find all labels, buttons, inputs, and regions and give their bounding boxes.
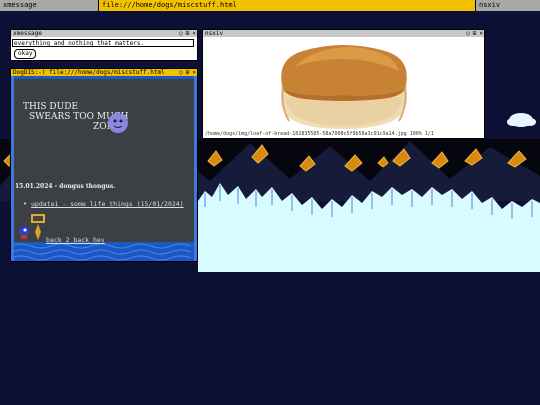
update1-link[interactable]: update1 - some life things (15/01/2024) — [31, 200, 184, 208]
minimize-icon[interactable]: ○ — [179, 69, 183, 76]
blog-entry-date: 15.01.2024 - dongus thongus. — [15, 183, 116, 190]
nsxiv-titlebar[interactable]: nsxiv ○ ⊞ × — [203, 30, 484, 37]
message-text: everything and nothing that matters. — [12, 39, 194, 47]
workspace-title-nsxiv[interactable]: nsxiv — [476, 0, 540, 11]
maximize-icon[interactable]: ⊞ — [473, 30, 477, 37]
window-title: xmessage — [13, 30, 42, 37]
close-icon[interactable]: × — [192, 69, 196, 76]
top-status-bar: xmessage file:///home/dogs/miscstuff.htm… — [0, 0, 540, 11]
close-icon[interactable]: × — [192, 30, 196, 37]
window-title: DogDIS:-) file:///home/dogs/miscstuff.ht… — [13, 69, 165, 76]
minimize-icon[interactable]: ○ — [179, 30, 183, 37]
window-title: nsxiv — [205, 30, 224, 37]
minimize-icon[interactable]: ○ — [466, 30, 470, 37]
nsxiv-window[interactable]: nsxiv ○ ⊞ × /home/dogs/img/loaf-of-bread… — [203, 30, 484, 138]
character-sprite-icon — [19, 226, 29, 239]
bread-loaf-image — [280, 45, 407, 129]
image-status-line: /home/dogs/img/loaf-of-bread-182835505-5… — [203, 131, 484, 138]
okay-button[interactable]: okay — [14, 49, 37, 59]
maximize-icon[interactable]: ⊞ — [186, 69, 190, 76]
browser-window[interactable]: DogDIS:-) file:///home/dogs/miscstuff.ht… — [11, 69, 197, 261]
xmessage-titlebar[interactable]: xmessage ○ ⊞ × — [11, 30, 197, 37]
workspace-title-browser[interactable]: file:///home/dogs/miscstuff.html — [98, 0, 476, 11]
desktop-background — [0, 272, 540, 405]
bullet-icon: • — [23, 200, 28, 208]
workspace-title-xmessage[interactable]: xmessage — [0, 0, 98, 11]
mini-badge-icon — [31, 214, 45, 223]
browser-viewport[interactable]: THIS DUDE SWEARS TOO MUCH ZONE! 15.01.20… — [11, 76, 197, 261]
flame-icon — [35, 224, 41, 240]
maximize-icon[interactable]: ⊞ — [186, 30, 190, 37]
browser-titlebar[interactable]: DogDIS:-) file:///home/dogs/miscstuff.ht… — [11, 69, 197, 76]
heading-line-1: THIS DUDE — [23, 102, 79, 112]
close-icon[interactable]: × — [479, 30, 483, 37]
back-2-back-hev-link[interactable]: back 2 back hev — [46, 236, 105, 244]
xmessage-window[interactable]: xmessage ○ ⊞ × everything and nothing th… — [11, 30, 197, 60]
face-sticker-icon — [108, 113, 128, 133]
